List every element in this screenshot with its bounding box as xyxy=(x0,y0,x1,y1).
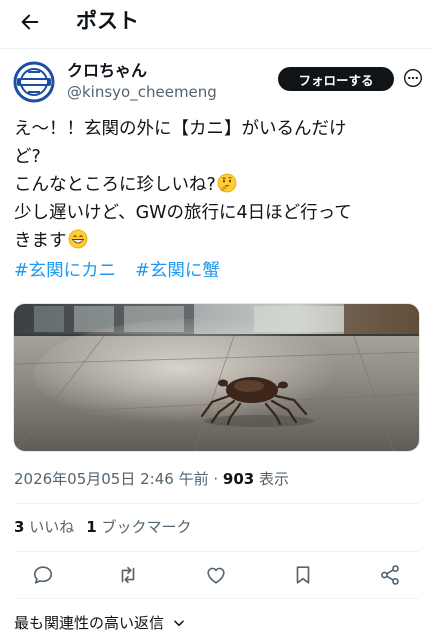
tweet-text-line: こんなところに珍しいね? xyxy=(14,171,429,199)
hashtag-link[interactable]: #玄関にカニ xyxy=(14,257,116,285)
follow-button[interactable]: フォローする xyxy=(278,67,394,91)
tweet-text-line: え〜！！玄関の外に【カニ】がいるんだけ xyxy=(14,119,347,139)
tweet-text-segment: こんなところに珍しいね? xyxy=(14,175,216,195)
views-count: 903 xyxy=(222,470,255,488)
more-options-button[interactable] xyxy=(402,66,424,90)
reply-button[interactable] xyxy=(30,562,56,588)
likes-label: いいね xyxy=(29,518,75,536)
share-icon xyxy=(381,565,399,585)
tweet-text-line: 少し遅いけど、GWの旅行に4日ほど行って xyxy=(14,203,352,223)
tweet-meta: 2026年05月05日 2:46 午前 · 903 表示 xyxy=(14,468,289,490)
bookmarks-count: 1 xyxy=(86,518,97,536)
views-label: 表示 xyxy=(259,470,290,488)
chevron-down-icon xyxy=(174,620,184,627)
grinning-face-emoji xyxy=(68,229,87,249)
back-button[interactable] xyxy=(16,8,44,36)
logo-avatar-icon xyxy=(13,61,55,103)
retweet-button[interactable] xyxy=(115,562,141,588)
divider xyxy=(14,598,419,599)
hashtag-row: #玄関にカニ #玄関に蟹 xyxy=(14,257,220,285)
tweet-photo[interactable] xyxy=(13,303,420,452)
action-bar xyxy=(0,560,433,590)
divider xyxy=(14,503,419,504)
bookmarks-stat[interactable]: 1 ブックマーク xyxy=(86,516,191,538)
tweet-text-segment: きます xyxy=(14,231,67,251)
bookmark-icon xyxy=(296,566,310,584)
bookmark-button[interactable] xyxy=(290,562,316,588)
share-button[interactable] xyxy=(377,562,403,588)
meta-separator: · xyxy=(213,470,219,488)
tweet-text-line: ど? xyxy=(14,147,41,167)
reply-icon xyxy=(33,566,53,584)
bookmarks-label: ブックマーク xyxy=(101,518,192,536)
more-icon xyxy=(404,69,422,87)
author-handle[interactable]: @kinsyo_cheemeng xyxy=(67,82,217,102)
retweet-icon xyxy=(121,566,135,584)
like-icon xyxy=(207,567,225,584)
arrow-left-icon xyxy=(21,14,39,30)
crab-photo xyxy=(14,304,419,451)
likes-count: 3 xyxy=(14,518,25,536)
hashtag-link[interactable]: #玄関に蟹 xyxy=(135,257,220,285)
author-display-name[interactable]: クロちゃん xyxy=(67,60,147,82)
author-avatar[interactable] xyxy=(13,61,55,103)
header-divider xyxy=(0,48,433,49)
tweet-text: え〜！！玄関の外に【カニ】がいるんだけ ど? こんなところに珍しいね? 少し遅い… xyxy=(14,115,429,255)
timestamp[interactable]: 2026年05月05日 2:46 午前 xyxy=(14,470,209,488)
replies-sort-dropdown[interactable]: 最も関連性の高い返信 xyxy=(14,612,186,634)
top-bar: ポスト xyxy=(0,0,433,44)
engagement-stats: 3 いいね 1 ブックマーク xyxy=(14,516,191,538)
page-title: ポスト xyxy=(76,9,139,33)
tweet-text-line: きます xyxy=(14,227,429,255)
replies-sort-label: 最も関連性の高い返信 xyxy=(14,614,165,632)
thinking-face-emoji xyxy=(217,173,237,193)
divider xyxy=(14,551,419,552)
like-button[interactable] xyxy=(203,562,229,588)
likes-stat[interactable]: 3 いいね xyxy=(14,516,74,538)
